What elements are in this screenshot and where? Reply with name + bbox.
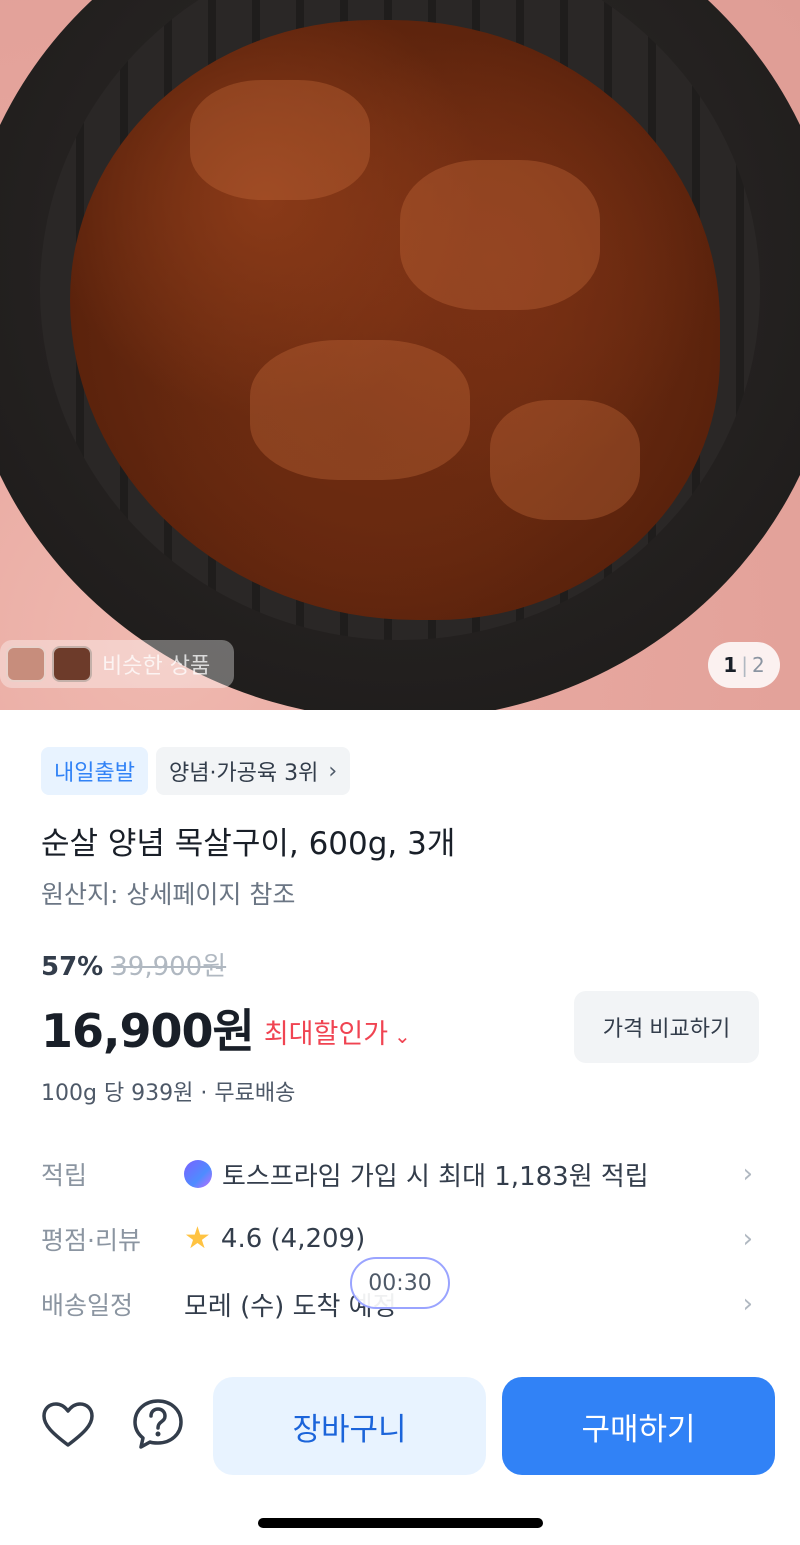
chevron-down-icon: ⌄ [394,1023,411,1048]
chevron-right-icon: › [742,1289,753,1319]
discount-info: 57% 39,900원 [41,946,226,983]
image-page-indicator: 1 | 2 [708,642,780,688]
product-badges: 내일출발 양념·가공육 3위 › [41,747,351,795]
toss-prime-icon [184,1160,212,1188]
buy-now-button[interactable]: 구매하기 [502,1377,775,1475]
rating-value: 4.6 (4,209) [220,1224,366,1254]
timer-badge: 00:30 [350,1257,450,1309]
add-to-cart-button[interactable]: 장바구니 [213,1377,486,1475]
product-title: 순살 양념 목살구이, 600g, 3개 [41,826,456,862]
wishlist-heart-icon[interactable] [40,1398,96,1454]
unit-price-shipping: 100g 당 939원 · 무료배송 [41,1081,296,1106]
chevron-right-icon: › [742,1159,753,1189]
points-row[interactable]: 적립 토스프라임 가입 시 최대 1,183원 적립 › [41,1150,761,1198]
chevron-right-icon: › [742,1224,753,1254]
price-row: 16,900원 최대할인가 ⌄ [41,995,411,1061]
page-separator: | [741,653,748,677]
home-indicator [258,1518,543,1528]
max-discount-toggle[interactable]: 최대할인가 ⌄ [264,1012,411,1051]
product-origin: 원산지: 상세페이지 참조 [41,880,296,909]
rating-label: 평점·리뷰 [41,1226,141,1255]
sale-price: 16,900원 [41,1004,255,1058]
rating-value-wrap: ★ 4.6 (4,209) [184,1221,366,1256]
points-value-wrap: 토스프라임 가입 시 최대 1,183원 적립 [184,1156,649,1193]
similar-thumbnail [6,646,46,682]
max-discount-label: 최대할인가 [263,1018,389,1050]
compare-price-button[interactable]: 가격 비교하기 [574,991,759,1063]
inquiry-question-icon[interactable] [130,1396,186,1452]
points-value: 토스프라임 가입 시 최대 1,183원 적립 [222,1161,649,1192]
product-image-gallery[interactable]: 비슷한 상품 1 | 2 [0,0,800,710]
discount-percent: 57% [41,952,104,982]
ranking-badge[interactable]: 양념·가공육 3위 › [155,747,351,795]
rating-row[interactable]: 평점·리뷰 ★ 4.6 (4,209) › [41,1215,761,1263]
similar-thumbnail [52,646,92,682]
delivery-badge-label: 내일출발 [54,761,135,786]
delivery-schedule-label: 배송일정 [41,1291,134,1320]
page-current: 1 [723,653,738,677]
similar-products-button[interactable]: 비슷한 상품 [0,640,234,688]
delivery-badge: 내일출발 [41,747,148,795]
chevron-right-icon: › [328,758,338,784]
original-price: 39,900원 [111,952,227,982]
ranking-badge-label: 양념·가공육 3위 [168,761,319,786]
page-total: 2 [751,653,765,677]
points-label: 적립 [41,1161,88,1190]
similar-products-label: 비슷한 상품 [102,654,211,679]
star-icon: ★ [184,1221,211,1256]
